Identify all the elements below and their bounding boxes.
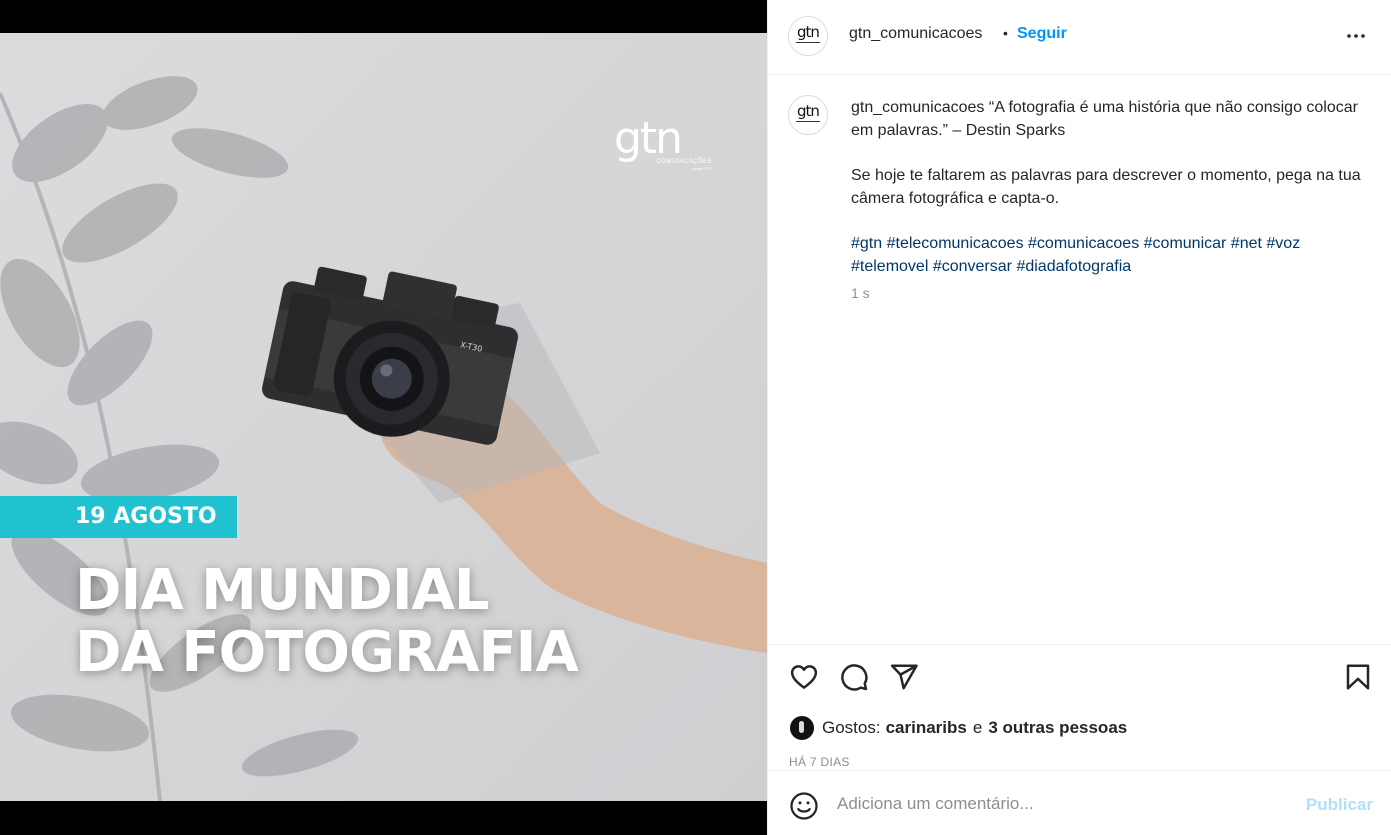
publish-button[interactable]: Publicar: [1306, 795, 1373, 815]
caption-avatar[interactable]: gtn: [788, 95, 828, 135]
likes-summary: Gostos: carinaribs e 3 outras pessoas: [790, 715, 1127, 741]
separator-dot: •: [1003, 25, 1008, 41]
caption-username[interactable]: gtn_comunicacoes: [851, 99, 984, 116]
caption-body: Se hoje te faltarem as palavras para des…: [851, 167, 1361, 207]
author-avatar[interactable]: gtn: [788, 16, 828, 56]
hashtag-link[interactable]: #comunicacoes: [1028, 235, 1139, 252]
likes-prefix: Gostos:: [822, 718, 881, 737]
date-banner: 19 AGOSTO: [0, 496, 237, 538]
more-horizontal-icon[interactable]: [1344, 24, 1368, 48]
action-bar: [768, 645, 1391, 710]
logo-mark: gtn: [614, 113, 683, 164]
hashtag-link[interactable]: #gtn: [851, 235, 882, 252]
hashtag-link[interactable]: #conversar: [933, 258, 1012, 275]
hashtag-link[interactable]: #diadafotografia: [1016, 258, 1131, 275]
headline-line-2: DA FOTOGRAFIA: [75, 620, 579, 685]
send-icon[interactable]: [889, 662, 919, 692]
likes-others-link[interactable]: 3 outras pessoas: [988, 718, 1127, 738]
headline-line-1: DIA MUNDIAL: [75, 558, 490, 623]
follow-button[interactable]: Seguir: [1017, 25, 1067, 43]
author-username[interactable]: gtn_comunicacoes: [849, 25, 982, 43]
hashtag-link[interactable]: #comunicar: [1144, 235, 1227, 252]
post-side-panel: gtn gtn_comunicacoes • Seguir gtn gtn_co…: [767, 0, 1391, 835]
heart-icon[interactable]: [789, 662, 819, 692]
bookmark-icon[interactable]: [1343, 662, 1373, 692]
liker-username[interactable]: carinaribs: [886, 718, 967, 738]
emoji-icon[interactable]: [789, 791, 819, 821]
hashtag-link[interactable]: #net: [1231, 235, 1262, 252]
comment-bar: Publicar: [768, 770, 1391, 835]
caption-hashtags: #gtn #telecomunicacoes #comunicacoes #co…: [851, 232, 1366, 278]
hashtag-link[interactable]: #telemovel: [851, 258, 928, 275]
liker-avatar[interactable]: [790, 716, 814, 740]
comment-icon[interactable]: [839, 662, 869, 692]
brand-logo: gtn COMUNICAÇÕES since 2012: [612, 113, 712, 172]
post-image[interactable]: X-T30 gtn COMUNICAÇÕES since 2012 19 AGO…: [0, 33, 767, 801]
hashtag-link[interactable]: #telecomunicacoes: [887, 235, 1024, 252]
likes-conjunction: e: [972, 718, 983, 737]
comment-input[interactable]: [837, 789, 1277, 819]
logo-since: since 2012: [692, 166, 712, 171]
caption-section: gtn gtn_comunicacoes “A fotografia é uma…: [768, 75, 1391, 645]
post-caption: gtn_comunicacoes “A fotografia é uma his…: [851, 96, 1366, 278]
post-date[interactable]: HÁ 7 DIAS: [789, 755, 850, 769]
post-headline: DIA MUNDIAL DA FOTOGRAFIA: [75, 558, 579, 685]
caption-timestamp: 1 s: [851, 285, 870, 301]
post-header: gtn gtn_comunicacoes • Seguir: [768, 0, 1391, 75]
post-media: X-T30 gtn COMUNICAÇÕES since 2012 19 AGO…: [0, 0, 767, 835]
hashtag-link[interactable]: #voz: [1266, 235, 1300, 252]
